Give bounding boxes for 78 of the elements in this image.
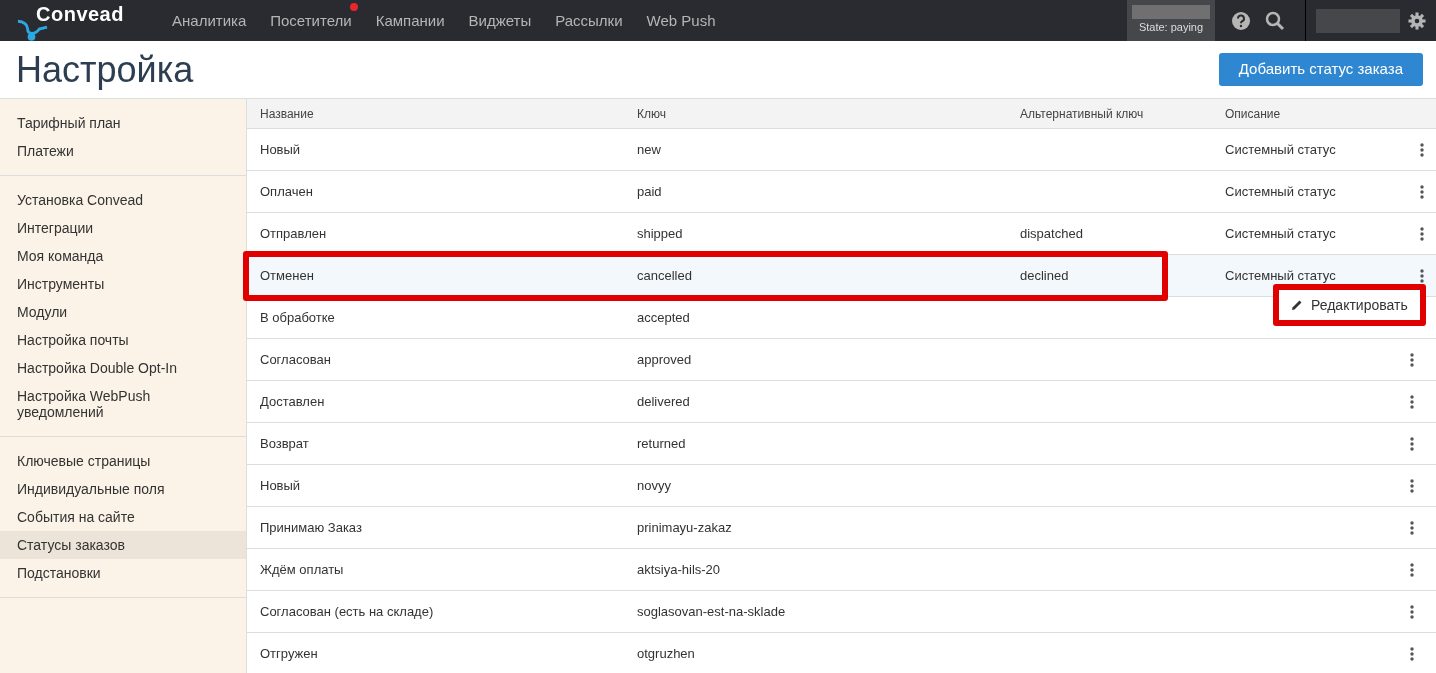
sidebar-item[interactable]: Модули [0, 298, 246, 326]
nav-link[interactable]: Аналитика [172, 11, 247, 29]
table-cell: Системный статус [1225, 141, 1336, 157]
table-cell-text: shipped [636, 224, 684, 243]
sidebar-item[interactable]: Интеграции [0, 214, 246, 242]
column-header: Описание [1224, 105, 1282, 123]
table-cell: Системный статус [1225, 267, 1336, 283]
more-icon[interactable] [1420, 142, 1424, 157]
table-cell: dispatched [1020, 225, 1083, 241]
table-cell-text: paid [636, 182, 663, 201]
table-cell-text: Новый [259, 140, 302, 159]
table-cell-text: otgruzhen [636, 644, 696, 663]
sidebar-item[interactable]: Тарифный план [0, 109, 246, 137]
table-cell-text: Ждём оплаты [259, 560, 345, 579]
sidebar-item[interactable]: Платежи [0, 137, 246, 165]
more-icon[interactable] [1410, 394, 1414, 409]
nav-link[interactable]: Web Push [646, 11, 716, 29]
table-cell-text: Доставлен [259, 392, 326, 411]
table-cell: Системный статус [1225, 183, 1336, 199]
more-icon[interactable] [1410, 478, 1414, 493]
more-icon[interactable] [1410, 646, 1414, 661]
column-header: Ключ [636, 105, 667, 123]
more-icon[interactable] [1420, 184, 1424, 199]
sidebar-item[interactable]: Настройка Double Opt-In [0, 354, 246, 382]
sidebar-item[interactable]: Индивидуальные поля [0, 475, 246, 503]
more-icon[interactable] [1410, 352, 1414, 367]
state-label: State: paying [1138, 20, 1204, 36]
sidebar-item[interactable]: Статусы заказов [0, 531, 246, 559]
table-cell-text: soglasovan-est-na-sklade [636, 602, 787, 621]
table-cell-text: Согласован [259, 350, 332, 369]
more-icon[interactable] [1410, 436, 1414, 451]
table-cell-text: prinimayu-zakaz [636, 518, 733, 537]
table-cell: Системный статус [1225, 225, 1336, 241]
table-cell-text: Новый [259, 476, 302, 495]
table-cell-text: Отменен [259, 266, 315, 285]
more-icon[interactable] [1420, 226, 1424, 241]
pencil-icon [1291, 299, 1303, 311]
sidebar-item[interactable]: Инструменты [0, 270, 246, 298]
search-icon[interactable] [1265, 10, 1285, 31]
more-icon[interactable] [1410, 562, 1414, 577]
column-header: Альтернативный ключ [1019, 105, 1145, 123]
sidebar-item[interactable]: Моя команда [0, 242, 246, 270]
nav-link[interactable]: Кампании [375, 11, 445, 29]
add-status-button[interactable]: Добавить статус заказа [1218, 53, 1423, 86]
table-cell-text: Отправлен [259, 224, 328, 243]
table-cell-text: aktsiya-hils-20 [636, 560, 722, 579]
table-cell-text: approved [636, 350, 693, 369]
more-icon[interactable] [1410, 520, 1414, 535]
table-cell-text: delivered [636, 392, 691, 411]
table-cell-text: returned [636, 434, 687, 453]
table-cell-text: cancelled [636, 266, 693, 285]
sidebar-item[interactable]: События на сайте [0, 503, 246, 531]
table-cell-text: В обработке [259, 308, 336, 327]
column-header: Название [259, 105, 315, 123]
table-cell-text: novyy [636, 476, 672, 495]
sidebar-item[interactable]: Настройка почты [0, 326, 246, 354]
table-cell: declined [1020, 267, 1069, 283]
table-cell-text: Принимаю Заказ [259, 518, 363, 537]
page-title: Настройка [16, 47, 194, 92]
more-icon[interactable] [1420, 268, 1424, 283]
nav-link[interactable]: Рассылки [555, 11, 623, 29]
table-cell-text: accepted [636, 308, 691, 327]
edit-popup-menu[interactable]: Редактировать [1273, 284, 1426, 326]
table-cell-text: Оплачен [259, 182, 314, 201]
logo-text: Convead [36, 1, 124, 27]
table-cell-text: Отгружен [259, 644, 319, 663]
help-icon[interactable] [1231, 10, 1251, 31]
settings-icon[interactable] [1408, 11, 1426, 30]
sidebar-item[interactable]: Настройка WebPush уведомлений [0, 382, 246, 426]
sidebar-item[interactable]: Подстановки [0, 559, 246, 587]
more-icon[interactable] [1410, 604, 1414, 619]
nav-link[interactable]: Посетители [270, 11, 352, 29]
table-cell-text: Возврат [259, 434, 310, 453]
sidebar-item[interactable]: Ключевые страницы [0, 447, 246, 475]
sidebar-item[interactable]: Установка Convead [0, 186, 246, 214]
table-cell-text: Согласован (есть на складе) [259, 602, 435, 621]
nav-link[interactable]: Виджеты [468, 11, 532, 29]
table-cell-text: new [636, 140, 662, 159]
